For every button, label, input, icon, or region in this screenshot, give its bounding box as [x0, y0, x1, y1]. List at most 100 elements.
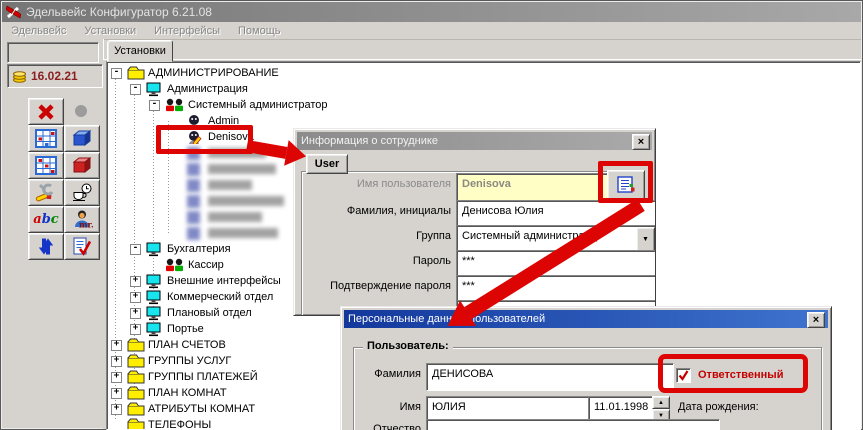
current-date: 16.02.21 — [31, 69, 78, 83]
gray-dot-icon — [72, 102, 90, 120]
sync-button[interactable] — [28, 233, 64, 260]
tree-item-label: ПЛАН СЧЕТОВ — [148, 337, 226, 353]
tree-item-label: ГРУППЫ УСЛУГ — [148, 353, 231, 369]
tree-item-label: Бухгалтерия — [167, 241, 231, 257]
date-panel: 16.02.21 — [7, 64, 103, 88]
password-value: *** — [462, 255, 475, 267]
left-panel: 16.02.21 abc — [2, 39, 104, 428]
user-data-groupbox-label: Пользователь: — [363, 340, 453, 352]
tree-item-label: Внешние интерфейсы — [167, 273, 281, 289]
middlename-field[interactable] — [426, 419, 720, 430]
close-icon[interactable]: × — [807, 312, 825, 328]
collapse-icon[interactable]: - — [111, 68, 122, 79]
blue-cube-button[interactable] — [64, 125, 100, 152]
red-cube-button[interactable] — [64, 152, 100, 179]
collapse-icon[interactable]: - — [149, 100, 160, 111]
app-icon — [6, 5, 21, 19]
password-label: Пароль — [299, 255, 451, 267]
blue-plan-button[interactable] — [28, 125, 64, 152]
menu-bar: Эдельвейс Установки Интерфейсы Помощь — [2, 22, 861, 40]
lastname-field[interactable]: ДЕНИСОВА — [426, 363, 674, 391]
username-label: Имя пользователя — [299, 178, 451, 190]
tree-item-administration[interactable]: - АДМИНИСТРИРОВАНИЕ — [107, 65, 860, 81]
firstname-label: Имя — [351, 401, 421, 413]
birthdate-label: Дата рождения: — [678, 401, 778, 413]
tree-item-sysadmin-group[interactable]: - Системный администратор — [107, 97, 860, 113]
tab-settings-label: Установки — [114, 45, 166, 57]
tree-item-label: ТЕЛЕФОНЫ — [148, 417, 211, 430]
window-titlebar: Эдельвейс Конфигуратор 6.21.08 — [2, 2, 861, 22]
delete-button[interactable] — [28, 98, 64, 125]
confirm-password-label: Подтверждение пароля — [299, 280, 451, 292]
tree-item-label: АТРИБУТЫ КОМНАТ — [148, 401, 255, 417]
menu-settings[interactable]: Установки — [75, 24, 145, 38]
cup-clock-icon — [71, 183, 93, 202]
expand-icon[interactable]: + — [111, 388, 122, 399]
tree-item-label: Портье — [167, 321, 204, 337]
svg-text:mr.: mr. — [79, 220, 93, 230]
username-value: Denisova — [462, 178, 511, 190]
menu-interfaces[interactable]: Интерфейсы — [145, 24, 229, 38]
middlename-label: Отчество — [351, 423, 421, 430]
abc-button[interactable]: abc — [28, 206, 64, 233]
personal-dialog-titlebar: Персональные данные пользователей — [344, 310, 828, 328]
username-field[interactable]: Denisova — [456, 173, 610, 203]
red-cube-icon — [71, 156, 93, 175]
sync-arrows-icon — [36, 237, 56, 256]
tools-icon — [35, 183, 57, 202]
chevron-down-icon[interactable]: ▼ — [636, 227, 655, 252]
tree-item-administraciya[interactable]: - Администрация — [107, 81, 860, 97]
fullname-label: Фамилия, инициалы — [299, 205, 451, 217]
employee-dialog-titlebar: Информация о сотруднике — [297, 132, 652, 150]
expand-icon[interactable]: + — [111, 356, 122, 367]
red-x-icon — [36, 103, 56, 121]
birthdate-value: 11.01.1998 — [594, 401, 648, 413]
collapse-icon[interactable]: - — [130, 244, 141, 255]
tree-item-label: Администрация — [167, 81, 248, 97]
tab-settings[interactable]: Установки — [107, 40, 173, 62]
lastname-label: Фамилия — [351, 368, 421, 380]
close-icon[interactable]: × — [632, 134, 650, 150]
status-box — [7, 42, 99, 63]
tree-item-label: Кассир — [188, 257, 224, 273]
confirm-password-value: *** — [462, 280, 475, 292]
annotation-box-responsible — [658, 354, 808, 393]
expand-icon[interactable]: + — [111, 404, 122, 415]
tree-item-label: АДМИНИСТРИРОВАНИЕ — [148, 65, 279, 81]
employee-dialog-title: Информация о сотруднике — [301, 135, 438, 147]
folder-icon — [127, 418, 145, 430]
abc-icon: abc — [33, 213, 58, 226]
spinner-up-icon[interactable]: ▲ — [652, 396, 670, 409]
tree-item-label: Системный администратор — [188, 97, 328, 113]
firstname-value: ЮЛИЯ — [432, 401, 466, 413]
fullname-value: Денисова Юлия — [462, 205, 544, 217]
menu-help[interactable]: Помощь — [229, 24, 290, 38]
tab-user-label: User — [315, 158, 339, 170]
tools-button[interactable] — [28, 179, 64, 206]
expand-icon[interactable]: + — [130, 276, 141, 287]
expand-icon[interactable]: + — [111, 372, 122, 383]
tree-item-label: Плановый отдел — [167, 305, 252, 321]
annotation-box-denisova — [156, 125, 253, 154]
tab-user[interactable]: User — [306, 154, 348, 174]
coins-icon — [12, 70, 27, 83]
group-label: Группа — [299, 230, 451, 242]
break-button[interactable] — [64, 179, 100, 206]
collapse-icon[interactable]: - — [130, 84, 141, 95]
verify-button[interactable] — [64, 233, 100, 260]
lastname-value: ДЕНИСОВА — [432, 368, 493, 380]
tree-item-label: ПЛАН КОМНАТ — [148, 385, 227, 401]
red-plan-button[interactable] — [28, 152, 64, 179]
red-grid-icon — [35, 156, 57, 175]
expand-icon[interactable]: + — [130, 308, 141, 319]
expand-icon[interactable]: + — [130, 324, 141, 335]
expand-icon[interactable]: + — [111, 340, 122, 351]
tree-item-label: Коммерческий отдел — [167, 289, 273, 305]
person-button[interactable]: mr. — [64, 206, 100, 233]
expand-icon[interactable]: + — [130, 292, 141, 303]
record-button[interactable] — [64, 98, 98, 123]
person-mr-icon: mr. — [71, 210, 93, 229]
menu-edelweiss[interactable]: Эдельвейс — [2, 24, 75, 38]
tree-item-label: ГРУППЫ ПЛАТЕЖЕЙ — [148, 369, 258, 385]
checklist-icon — [72, 237, 92, 256]
